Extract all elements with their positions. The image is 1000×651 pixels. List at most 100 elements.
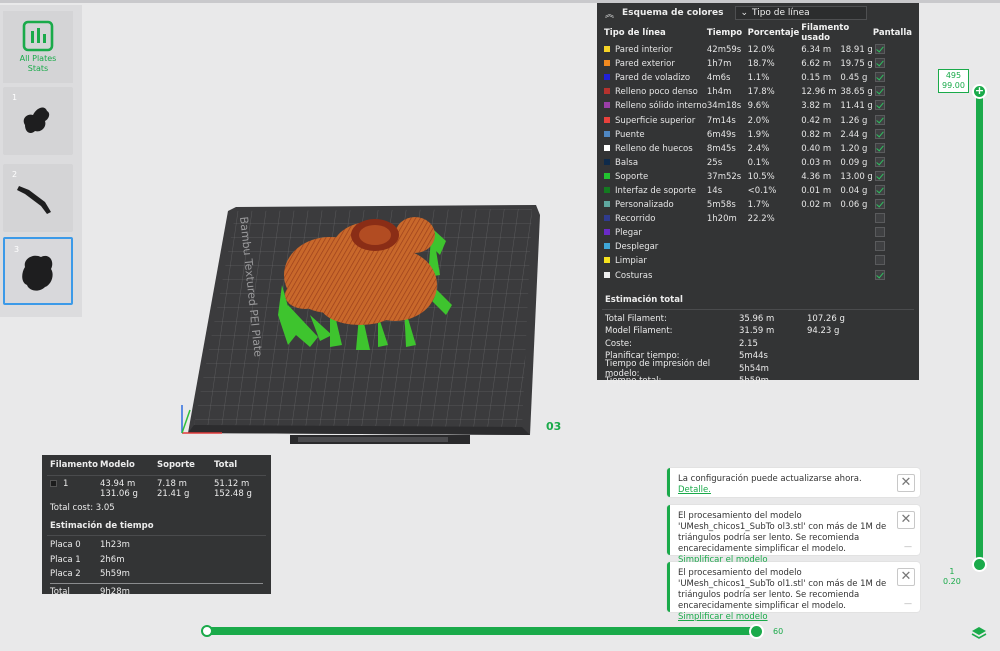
line-type-name: Recorrido [615,214,656,225]
color-swatch [604,102,610,109]
display-checkbox[interactable] [874,184,885,195]
line-type-name: Plegar [615,228,642,239]
stats-label: All Plates [19,54,57,63]
bar-chart-icon [22,20,54,52]
color-scheme-panel: ︽ Esquema de colores ⌄ Tipo de línea Tip… [597,3,919,386]
col-header-time: Tiempo [706,28,743,38]
plate-thumbnail-2[interactable]: 2 [3,164,73,232]
total-estimation-title: Estimación total [605,294,683,305]
minimize-icon[interactable]: — [904,541,912,552]
line-type-length: 0.82 m [801,129,832,140]
layer-slider-bottom-handle[interactable] [972,557,987,572]
line-type-length: 0.03 m [801,157,832,168]
line-type-name: Limpiar [615,256,647,267]
display-checkbox[interactable] [874,156,885,167]
line-type-name: Puente [615,129,645,140]
col-support: Soporte [157,460,195,470]
line-type-time: 25s [706,157,723,168]
notification-simplify-2: El procesamiento del modelo 'UMesh_chico… [667,562,920,622]
display-checkbox[interactable] [874,86,885,97]
line-type-length: 6.34 m [801,45,832,56]
line-type-name: Relleno sólido interno [615,101,707,112]
col-header-filament: Filamento usado [801,23,850,43]
display-checkbox[interactable] [874,213,885,224]
color-swatch [604,88,610,95]
model-weight: 131.06 g [100,489,138,499]
line-type-weight: 1.20 g [840,143,868,154]
display-checkbox[interactable] [874,199,885,210]
line-type-row: Costuras [604,269,912,283]
total-cost-label: Total cost: [50,503,94,513]
line-type-percent: 22.2% [747,214,775,225]
color-swatch [604,158,610,165]
plate-thumbnail-3[interactable]: 3 [3,237,73,305]
layer-slider-top-handle[interactable]: + [972,84,987,99]
line-type-length: 3.82 m [801,101,832,112]
line-type-weight: 38.65 g [840,87,873,98]
layer-slider-track[interactable] [976,89,983,566]
display-checkbox[interactable] [874,227,885,238]
display-checkbox[interactable] [874,100,885,111]
line-type-name: Costuras [615,270,653,281]
line-type-row: Superficie superior 7m14s 2.0% 0.42 m 1.26 g [604,113,912,127]
move-slider-handle[interactable] [749,624,764,639]
line-type-row: Pared interior 42m59s 12.0% 6.34 m 18.91 g [604,43,912,57]
line-type-dropdown[interactable]: ⌄ Tipo de línea [735,6,868,20]
line-type-weight: 19.75 g [840,59,873,70]
details-link[interactable]: Detalle. [678,485,711,495]
close-icon[interactable]: ✕ [897,474,915,492]
plate-time-value: 1h23m [100,540,130,551]
line-type-weight: 13.00 g [840,171,873,182]
display-checkbox[interactable] [874,128,885,139]
display-checkbox[interactable] [874,58,885,69]
color-scheme-title: Esquema de colores [622,8,724,18]
all-plates-stats-button[interactable]: All Plates Stats [3,11,73,83]
display-checkbox[interactable] [874,241,885,252]
color-swatch [604,74,610,81]
col-total: Total [214,460,238,470]
notification-text: La configuración puede actualizarse ahor… [678,474,862,484]
close-icon[interactable]: ✕ [897,511,915,529]
plate-number: 1 [12,93,18,102]
display-checkbox[interactable] [874,72,885,83]
display-checkbox[interactable] [874,170,885,181]
layers-icon[interactable] [971,626,987,640]
line-type-name: Relleno poco denso [615,87,698,98]
plate-time-row: Placa 0 1h23m [42,538,271,553]
line-type-time: 1h20m [706,214,737,225]
move-slider-start [201,625,213,637]
minimize-icon[interactable]: — [904,598,912,609]
close-icon[interactable]: ✕ [897,568,915,586]
line-type-time: 5m58s [706,200,736,211]
move-slider-track[interactable] [203,627,758,635]
estimation-value: 5m44s [739,351,768,362]
time-estimation-title: Estimación de tiempo [50,521,154,531]
simplify-model-link[interactable]: Simplificar el modelo [678,612,768,622]
line-type-name: Pared interior [615,45,673,56]
line-type-row: Desplegar [604,240,912,254]
display-checkbox[interactable] [874,114,885,125]
collapse-chevron-icon[interactable]: ︽ [605,7,614,20]
3d-viewport[interactable]: Bambu Textured PEI Plate [170,195,570,455]
color-swatch [604,116,610,123]
line-type-name: Soporte [615,171,649,182]
line-type-weight: 0.04 g [840,185,868,196]
plate-number: 2 [12,170,18,179]
color-swatch [604,46,610,53]
filament-color-swatch [50,480,57,487]
display-checkbox[interactable] [874,142,885,153]
display-checkbox[interactable] [874,44,885,55]
color-swatch [604,186,610,193]
estimation-row: Tiempo total: 5h59m [597,375,919,388]
color-swatch [604,215,610,222]
display-checkbox[interactable] [874,269,885,280]
notification-update: La configuración puede actualizarse ahor… [667,468,920,497]
col-model: Modelo [100,460,135,470]
line-type-percent: 1.9% [747,129,770,140]
stats-label-2: Stats [27,64,49,73]
display-checkbox[interactable] [874,255,885,266]
plate-thumbnail-1[interactable]: 1 [3,87,73,155]
line-type-name: Interfaz de soporte [615,185,696,196]
line-type-length: 6.62 m [801,59,832,70]
plate-time-label: Placa 2 [50,569,81,580]
